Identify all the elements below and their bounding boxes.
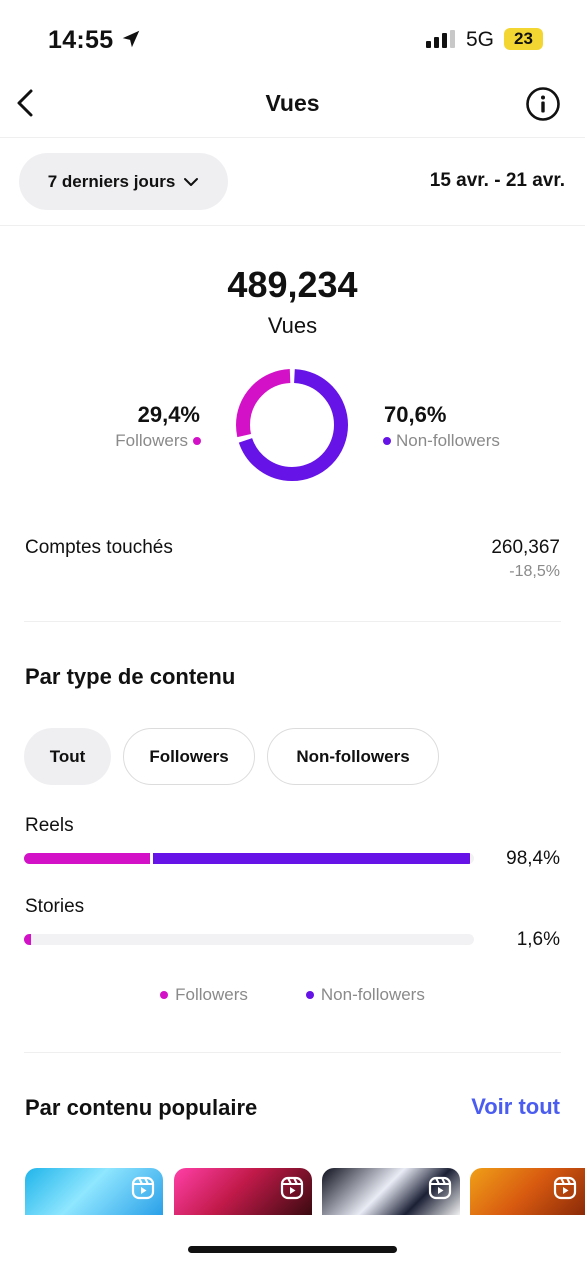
stories-bar [24,934,474,945]
nonfollowers-legend: Non-followers [383,431,500,451]
reel-icon [280,1176,304,1200]
accounts-reached-value: 260,367 [491,537,560,558]
page-title: Vues [265,90,320,116]
popular-reel-thumbnail[interactable] [470,1168,585,1215]
filter-chip-nonfollowers[interactable]: Non-followers [267,728,439,785]
battery-indicator: 23 [504,28,543,50]
info-icon[interactable] [525,86,561,122]
popular-reel-thumbnail[interactable] [322,1168,460,1215]
stories-percentage: 1,6% [516,929,560,950]
content-type-heading: Par type de contenu [25,664,236,689]
popular-content-heading: Par contenu populaire [25,1095,258,1120]
accounts-reached-change: -18,5% [509,563,560,580]
date-range-selector[interactable]: 7 derniers jours [19,153,228,210]
nonfollowers-dot [305,991,314,999]
bar-legend: Followers Non-followers [0,985,585,1005]
followers-legend-label: Followers [115,431,188,450]
stories-label: Stories [25,896,85,917]
divider [0,137,585,138]
popular-reel-thumbnail[interactable] [25,1168,163,1215]
reels-percentage: 98,4% [506,848,560,869]
divider [24,621,561,622]
popular-reel-thumbnail[interactable] [174,1168,312,1215]
followers-legend: Followers [115,431,201,451]
divider [0,225,585,226]
filter-chip-label: Tout [49,746,86,766]
reels-bar [24,853,474,864]
filter-chip-label: Followers [149,746,229,766]
network-label: 5G [466,28,495,51]
total-views-value: 489,234 [227,264,358,305]
nonfollowers-dot [383,437,391,445]
nonfollowers-legend-label: Non-followers [396,431,500,450]
location-arrow-icon [122,30,140,48]
total-views-label: Vues [267,313,318,338]
accounts-reached-label: Comptes touchés [25,537,173,558]
stories-bar-followers [24,934,32,945]
legend-followers-label: Followers [175,985,248,1004]
reel-icon [131,1176,155,1200]
reel-icon [428,1176,452,1200]
filter-chip-label: Non-followers [296,746,410,766]
legend-followers: Followers [160,985,248,1005]
reels-bar-followers [24,853,150,864]
date-range-text: 15 avr. - 21 avr. [429,170,565,191]
reels-bar-nonfollowers [153,853,470,864]
reels-label: Reels [25,815,74,836]
followers-donut-chart [236,369,348,481]
legend-nonfollowers-label: Non-followers [320,985,425,1004]
see-all-link[interactable]: Voir tout [471,1094,560,1120]
followers-dot [160,991,169,999]
chevron-down-icon [184,177,199,186]
signal-icon [426,30,455,48]
legend-nonfollowers: Non-followers [305,985,425,1005]
date-range-selector-label: 7 derniers jours [47,171,176,191]
status-time: 14:55 [48,26,114,54]
home-indicator [188,1246,397,1253]
followers-percentage: 29,4% [137,402,200,427]
divider [24,1052,561,1053]
nonfollowers-percentage: 70,6% [384,402,447,427]
filter-chip-all[interactable]: Tout [24,728,111,785]
followers-dot [193,437,201,445]
reel-icon [553,1176,577,1200]
filter-chip-followers[interactable]: Followers [123,728,255,785]
